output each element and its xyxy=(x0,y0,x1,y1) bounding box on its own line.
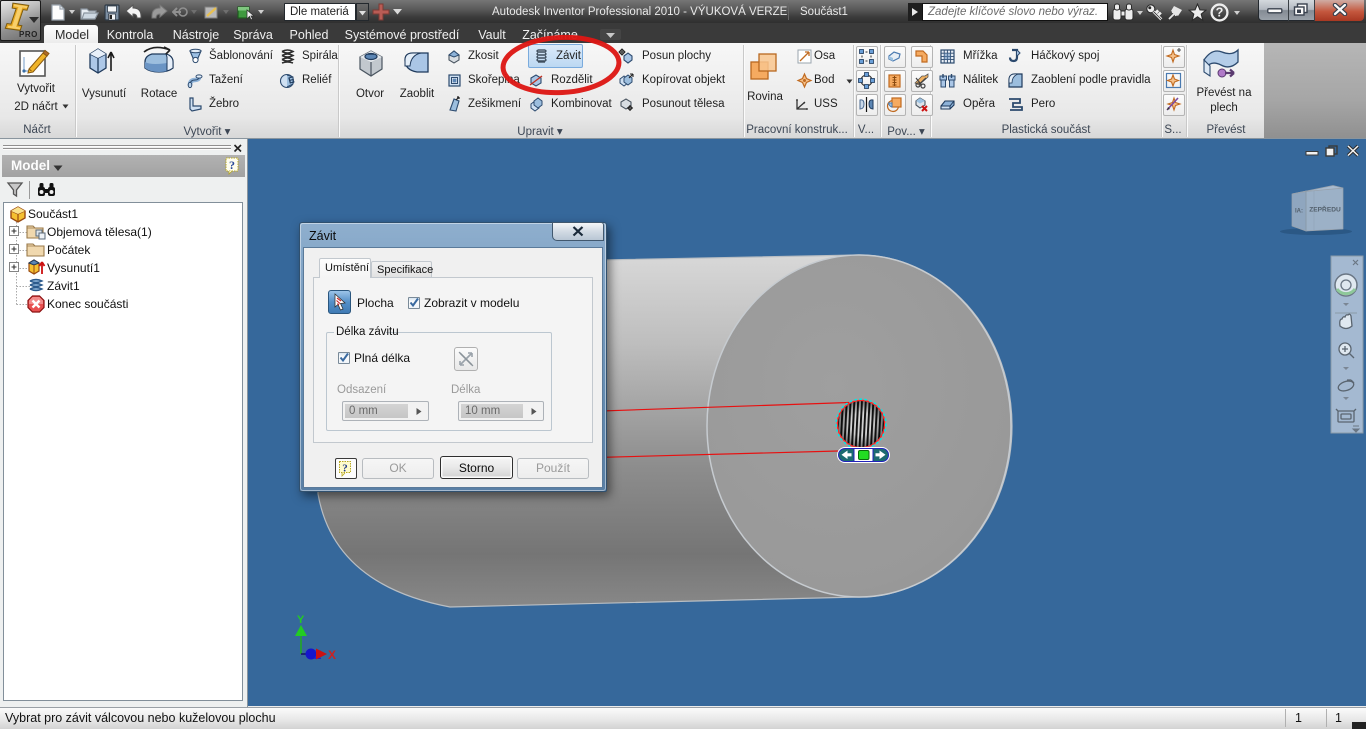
svg-text:E: E xyxy=(287,74,295,85)
svg-text:X: X xyxy=(328,648,336,662)
svg-text:ZEPŘEDU: ZEPŘEDU xyxy=(1309,205,1341,214)
svg-text:?: ? xyxy=(229,158,235,172)
svg-text:?: ? xyxy=(1216,6,1224,20)
svg-text:?: ? xyxy=(342,463,348,475)
svg-text:IA:: IA: xyxy=(1295,209,1303,215)
svg-text:Y: Y xyxy=(297,614,305,626)
